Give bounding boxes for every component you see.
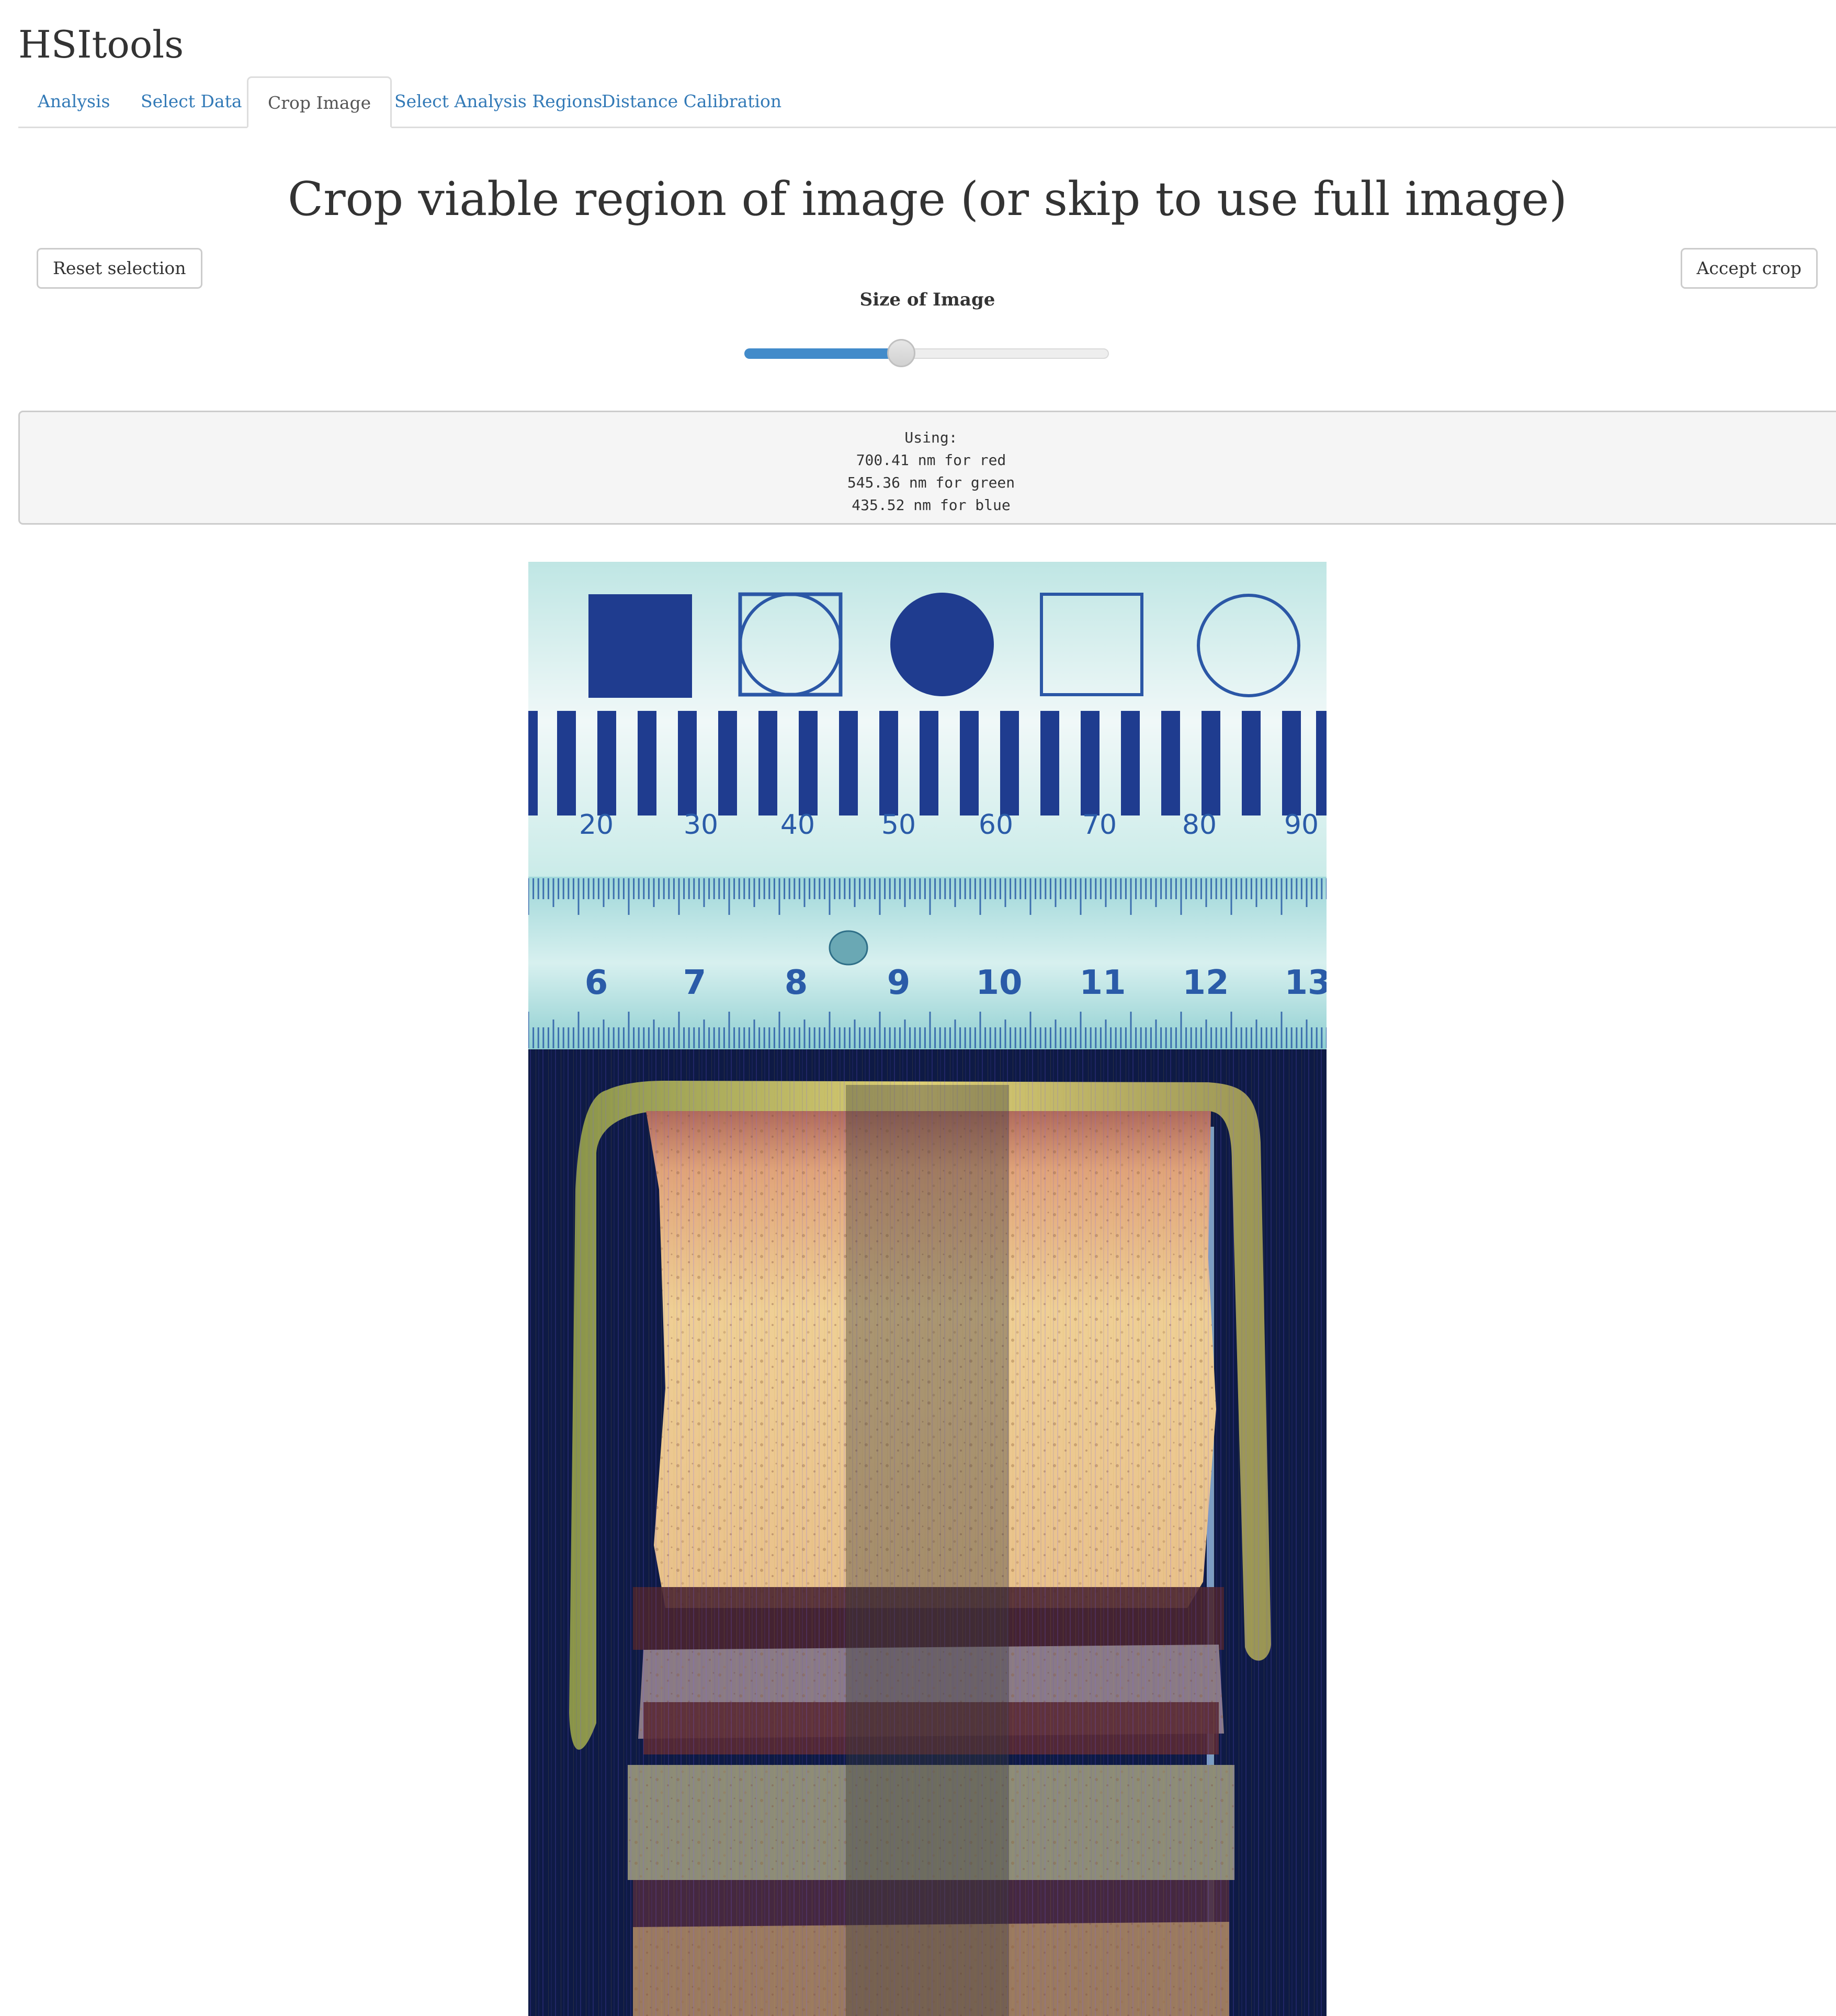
scale-label-20: 20 bbox=[579, 809, 614, 841]
scale-label-30: 30 bbox=[684, 809, 718, 841]
tab-analysis[interactable]: Analysis bbox=[18, 76, 129, 127]
ruler-label-8: 8 bbox=[785, 964, 808, 1002]
core-image-svg: 20 30 40 50 60 70 80 90 6 7 8 9 10 11 12… bbox=[528, 562, 1327, 2016]
ruler-label-13: 13 bbox=[1284, 964, 1327, 1002]
wavelength-info-box: Using: 700.41 nm for red 545.36 nm for g… bbox=[18, 411, 1836, 525]
app-title: HSItools bbox=[18, 22, 184, 66]
scale-label-60: 60 bbox=[979, 809, 1013, 841]
tab-bar: Analysis Select Data Crop Image Select A… bbox=[18, 76, 1836, 128]
tab-crop-image[interactable]: Crop Image bbox=[247, 76, 392, 128]
reset-selection-button[interactable]: Reset selection bbox=[37, 248, 202, 289]
accept-crop-button[interactable]: Accept crop bbox=[1680, 248, 1818, 289]
size-slider-fill bbox=[744, 348, 901, 359]
info-line-red: 700.41 nm for red bbox=[856, 451, 1006, 469]
tab-distance-calibration[interactable]: Distance Calibration bbox=[582, 76, 801, 127]
core-image[interactable]: 20 30 40 50 60 70 80 90 6 7 8 9 10 11 12… bbox=[528, 562, 1327, 2016]
ruler-label-12: 12 bbox=[1182, 964, 1229, 1002]
ruler-label-9: 9 bbox=[887, 964, 911, 1002]
scale-label-80: 80 bbox=[1182, 809, 1217, 841]
size-slider-handle[interactable] bbox=[887, 339, 915, 367]
scale-label-90: 90 bbox=[1284, 809, 1319, 841]
ruler-label-6: 6 bbox=[585, 964, 608, 1002]
scale-label-50: 50 bbox=[881, 809, 916, 841]
info-heading: Using: bbox=[904, 429, 958, 446]
tab-select-data[interactable]: Select Data bbox=[121, 76, 262, 127]
info-line-green: 545.36 nm for green bbox=[847, 474, 1015, 491]
barcode-strip bbox=[528, 711, 1327, 816]
scale-label-70: 70 bbox=[1082, 809, 1117, 841]
page-heading: Crop viable region of image (or skip to … bbox=[287, 172, 1568, 226]
ruler-bubble bbox=[829, 930, 868, 966]
ruler-label-7: 7 bbox=[683, 964, 707, 1002]
scale-label-40: 40 bbox=[780, 809, 815, 841]
crop-selection-overlay[interactable] bbox=[846, 1085, 1009, 2016]
ruler-label-10: 10 bbox=[976, 964, 1022, 1002]
slider-label: Size of Image bbox=[859, 289, 995, 310]
ruler-label-11: 11 bbox=[1079, 964, 1126, 1002]
info-line-blue: 435.52 nm for blue bbox=[852, 496, 1011, 514]
